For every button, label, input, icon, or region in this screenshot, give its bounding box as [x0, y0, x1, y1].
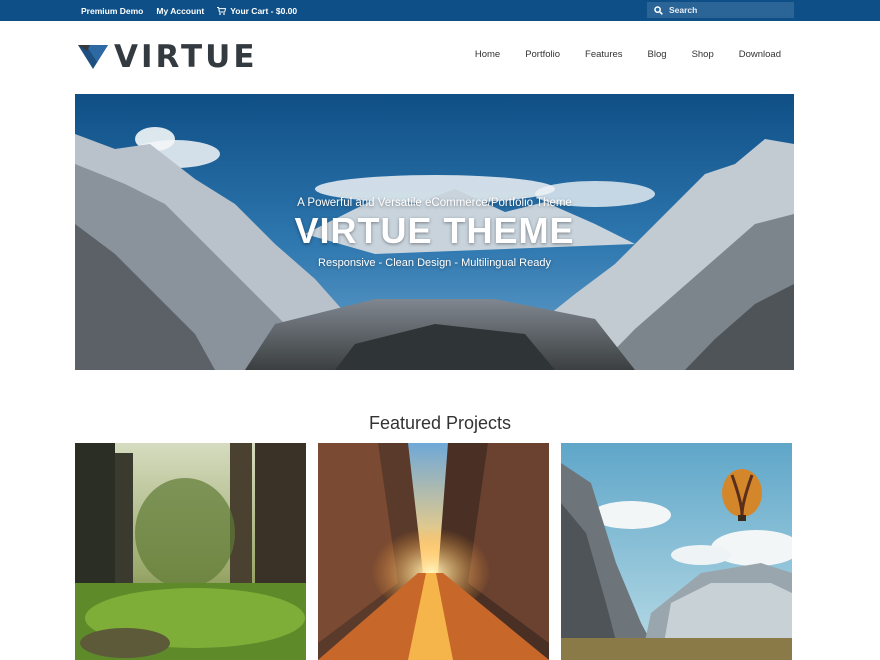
top-links: Premium Demo My Account Your Cart - $0.0… [81, 0, 297, 21]
hero-subtitle: A Powerful and Versatile eCommerce/Portf… [297, 197, 572, 209]
nav-blog[interactable]: Blog [648, 49, 667, 60]
cart-icon [217, 6, 227, 15]
featured-projects-heading: Featured Projects [368, 413, 512, 433]
search-box[interactable] [647, 2, 794, 18]
nav-download[interactable]: Download [739, 49, 781, 60]
hero-banner[interactable]: A Powerful and Versatile eCommerce/Portf… [75, 94, 794, 370]
top-bar: Premium Demo My Account Your Cart - $0.0… [0, 0, 880, 21]
hot-air-balloon-image [561, 443, 792, 660]
search-icon[interactable] [654, 5, 663, 15]
project-street[interactable] [318, 443, 549, 660]
hero-tagline: Responsive - Clean Design - Multilingual… [318, 257, 551, 269]
hero-title: VIRTUE THEME [294, 210, 575, 251]
premium-demo-link[interactable]: Premium Demo [81, 6, 143, 16]
forest-image [75, 443, 306, 660]
main-nav: Home Portfolio Features Blog Shop Downlo… [475, 49, 781, 60]
nav-home[interactable]: Home [475, 49, 500, 60]
project-forest[interactable] [75, 443, 306, 660]
cart-link[interactable]: Your Cart - $0.00 [217, 6, 297, 16]
search-input[interactable] [669, 5, 789, 15]
logo-text: VIRTUE [114, 39, 258, 75]
nav-features[interactable]: Features [585, 49, 623, 60]
project-balloon[interactable] [561, 443, 792, 660]
site-logo[interactable]: VIRTUE [78, 40, 258, 74]
street-sunset-image [318, 443, 549, 660]
logo-triangle-icon [78, 45, 108, 69]
cart-label: Your Cart - $0.00 [230, 5, 298, 16]
my-account-link[interactable]: My Account [156, 6, 204, 16]
nav-portfolio[interactable]: Portfolio [525, 49, 560, 60]
nav-shop[interactable]: Shop [692, 49, 714, 60]
